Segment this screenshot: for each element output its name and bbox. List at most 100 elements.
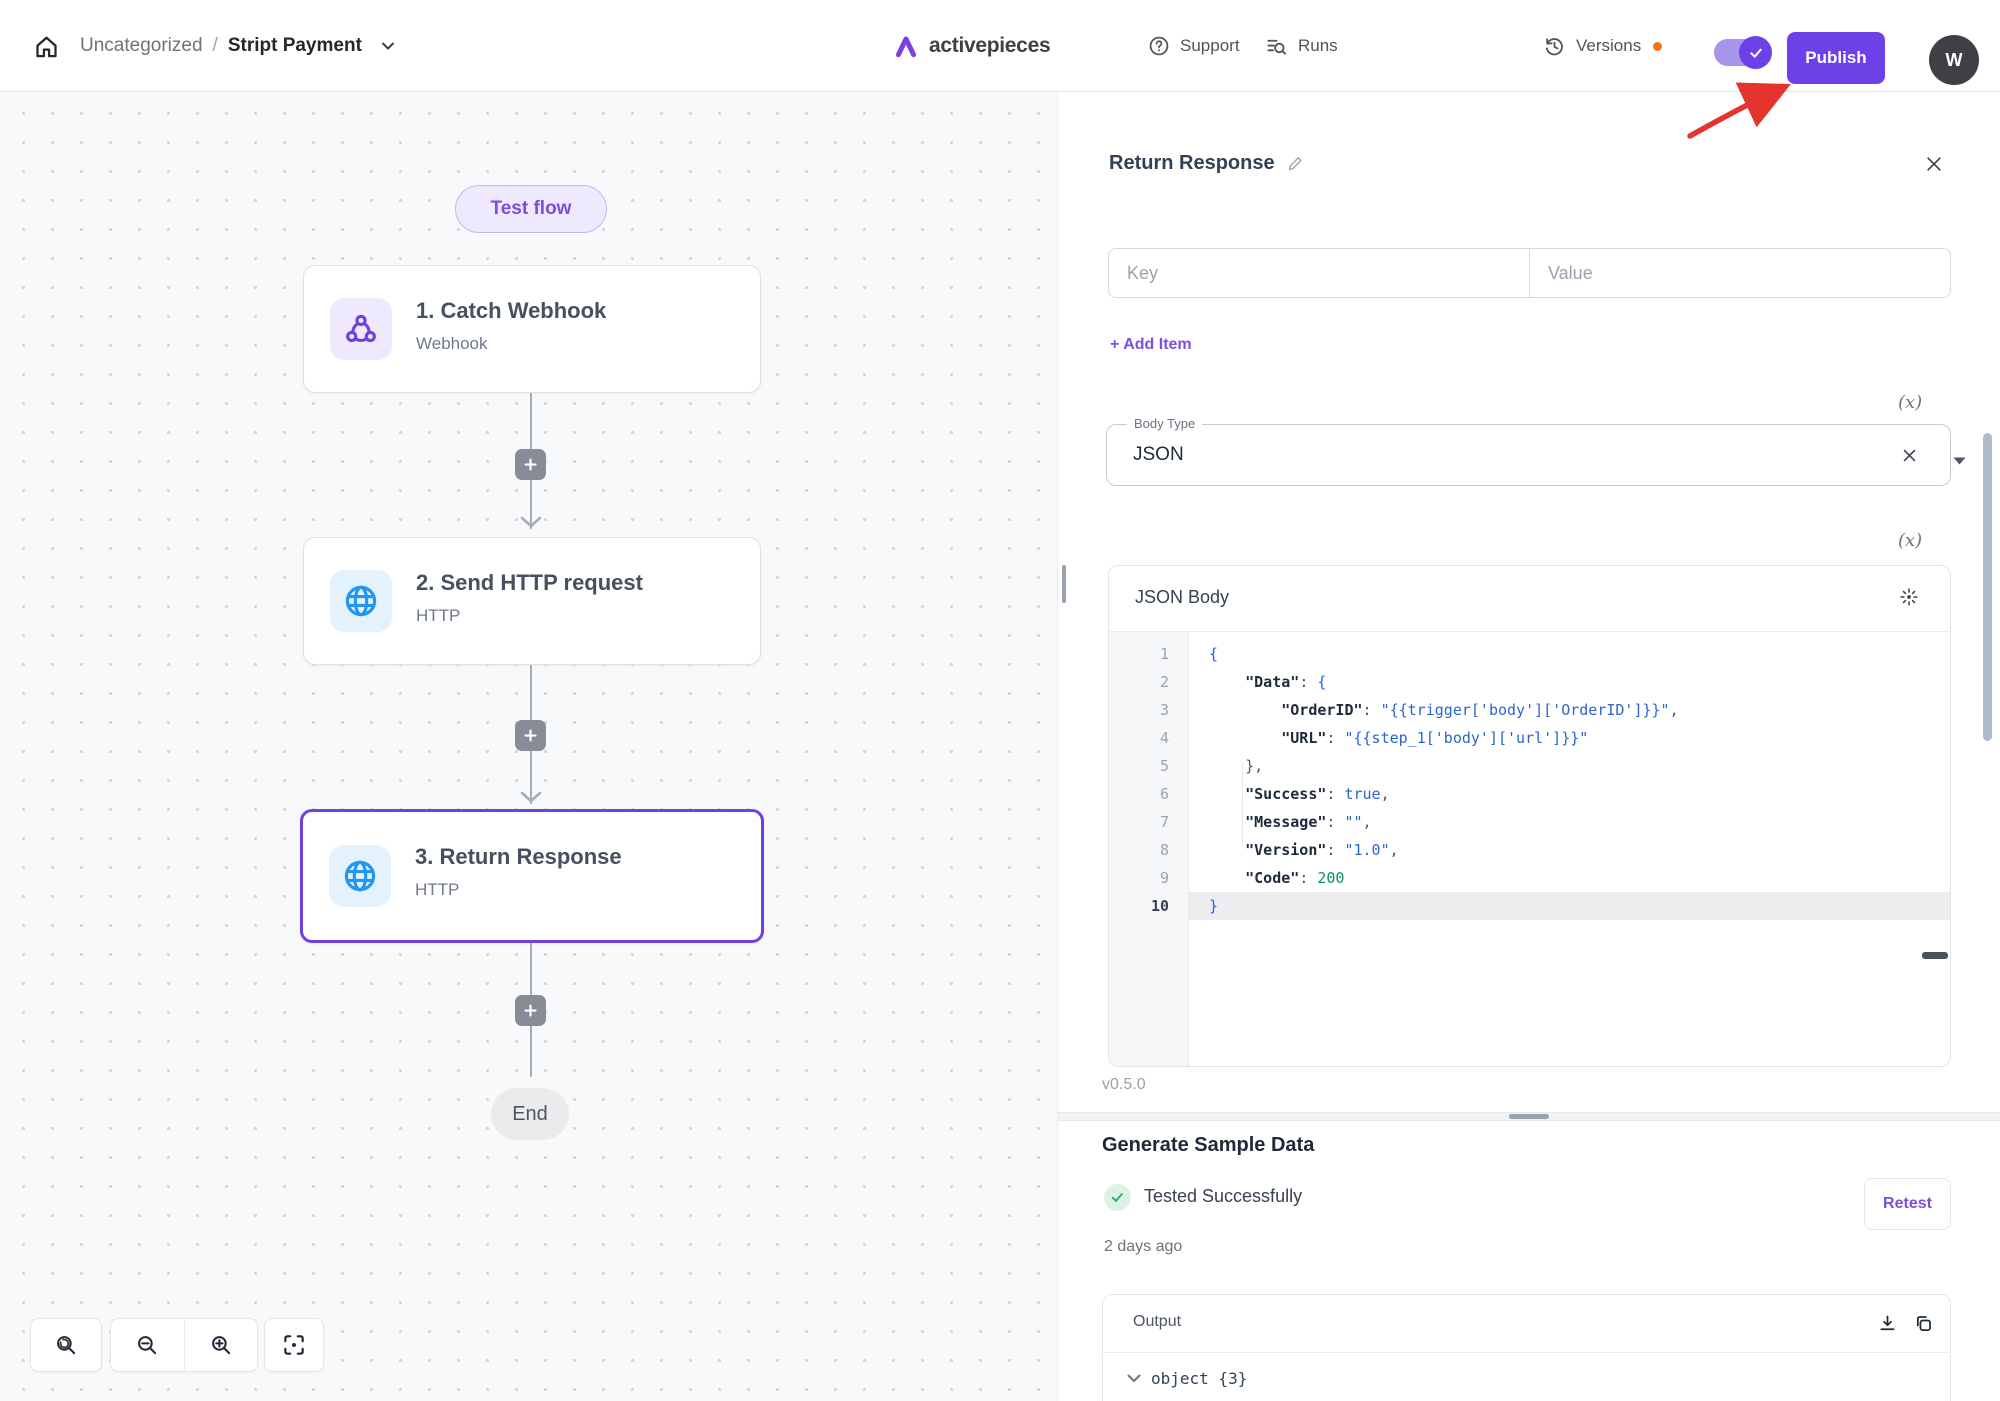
step-settings-panel: Return Response + Add Item (x) Body Type… [1057, 92, 2000, 1401]
code-line[interactable]: 4 "URL": "{{step_1['body']['url']}}" [1109, 724, 1950, 752]
code-line[interactable]: 8 "Version": "1.0", [1109, 836, 1950, 864]
generate-sample-data-heading: Generate Sample Data [1102, 1134, 1314, 1157]
zoom-in-button[interactable] [185, 1319, 258, 1371]
output-object-node[interactable]: object {3} [1127, 1369, 1247, 1388]
clear-selection-icon[interactable] [1897, 443, 1921, 467]
last-test-time: 2 days ago [1104, 1238, 1182, 1256]
dropdown-caret-icon[interactable] [1953, 452, 1966, 470]
flow-enabled-toggle[interactable] [1714, 39, 1768, 66]
collapse-chevron-icon [1127, 1374, 1141, 1383]
plus-icon [523, 728, 538, 743]
expand-icon[interactable] [1949, 1313, 1951, 1335]
body-type-value: JSON [1133, 444, 1184, 466]
json-body-title: JSON Body [1135, 587, 1229, 608]
panel-splitter[interactable] [1058, 1112, 2000, 1121]
panel-header: Return Response [1109, 152, 1306, 175]
code-line[interactable]: 9 "Code": 200 [1109, 864, 1950, 892]
line-number: 5 [1109, 752, 1189, 780]
code-text: "Version": "1.0", [1189, 836, 1950, 864]
splitter-handle[interactable] [1509, 1114, 1549, 1119]
toggle-knob [1739, 36, 1772, 69]
activepieces-logo-icon [893, 33, 919, 59]
panel-scrollbar[interactable] [1983, 433, 1992, 741]
add-step-button[interactable] [515, 995, 546, 1026]
piece-version-label: v0.5.0 [1102, 1076, 1146, 1094]
runs-label: Runs [1298, 36, 1338, 56]
close-icon [1924, 154, 1944, 174]
zoom-out-button[interactable] [111, 1319, 185, 1371]
indent-guide [1242, 762, 1243, 846]
json-body-editor: JSON Body 1{2 "Data": {3 "OrderID": "{{t… [1108, 565, 1951, 1067]
home-button[interactable] [33, 0, 60, 92]
line-number: 6 [1109, 780, 1189, 808]
line-number: 8 [1109, 836, 1189, 864]
output-card: Output object {3} [1102, 1294, 1951, 1401]
panel-title: Return Response [1109, 152, 1275, 175]
key-input[interactable] [1109, 249, 1529, 297]
output-title: Output [1133, 1313, 1181, 1331]
output-header: Output [1103, 1295, 1950, 1353]
runs-icon [1265, 35, 1288, 58]
step-subtitle: Webhook [416, 334, 488, 354]
step-return-response[interactable]: 3. Return Response HTTP [300, 809, 764, 943]
reset-zoom-button[interactable] [30, 1318, 102, 1372]
add-step-button[interactable] [515, 449, 546, 480]
fit-view-button[interactable] [264, 1318, 324, 1372]
step-subtitle: HTTP [416, 606, 460, 626]
code-line[interactable]: 3 "OrderID": "{{trigger['body']['OrderID… [1109, 696, 1950, 724]
add-step-button[interactable] [515, 720, 546, 751]
chevron-down-icon[interactable] [378, 36, 398, 56]
logo: activepieces [893, 0, 1050, 92]
code-text: "Message": "", [1189, 808, 1950, 836]
versions-link[interactable]: Versions [1543, 0, 1662, 92]
response-headers-row [1108, 248, 1951, 298]
editor-scrollbar-thumb[interactable] [1922, 952, 1948, 959]
webhook-icon [330, 298, 392, 360]
check-icon [1748, 45, 1764, 61]
code-text: { [1189, 640, 1950, 668]
flow-name[interactable]: Stript Payment [228, 35, 362, 57]
value-input[interactable] [1530, 249, 1950, 297]
step-send-http-request[interactable]: 2. Send HTTP request HTTP [303, 537, 761, 665]
body-type-select[interactable]: Body Type JSON [1106, 424, 1951, 486]
http-globe-icon [329, 845, 391, 907]
app-window: Uncategorized / Stript Payment activepie… [0, 0, 2000, 1401]
plus-icon [523, 1003, 538, 1018]
publish-button[interactable]: Publish [1787, 32, 1885, 84]
add-item-button[interactable]: + Add Item [1110, 336, 1192, 354]
insert-variable-icon[interactable]: (x) [1898, 392, 1922, 413]
code-text: "Data": { [1189, 668, 1950, 696]
support-link[interactable]: Support [1148, 0, 1240, 92]
help-icon [1148, 35, 1170, 57]
home-icon [33, 33, 60, 60]
download-icon[interactable] [1877, 1313, 1899, 1335]
ai-sparkle-icon[interactable] [1898, 586, 1920, 613]
close-panel-button[interactable] [1920, 150, 1948, 178]
code-line[interactable]: 7 "Message": "", [1109, 808, 1950, 836]
insert-variable-icon[interactable]: (x) [1898, 530, 1922, 551]
line-number: 2 [1109, 668, 1189, 696]
line-number: 7 [1109, 808, 1189, 836]
test-flow-button[interactable]: Test flow [455, 185, 607, 233]
runs-link[interactable]: Runs [1265, 0, 1338, 92]
step-subtitle: HTTP [415, 880, 459, 900]
line-number: 9 [1109, 864, 1189, 892]
edit-pencil-icon[interactable] [1287, 154, 1306, 173]
user-avatar[interactable]: W [1929, 35, 1979, 85]
code-line[interactable]: 5 }, [1109, 752, 1950, 780]
code-line[interactable]: 2 "Data": { [1109, 668, 1950, 696]
flow-canvas[interactable]: Test flow 1. Catch Webhook Webhook 2. Se… [0, 92, 1057, 1401]
step-title: 1. Catch Webhook [416, 298, 606, 324]
code-editor[interactable]: 1{2 "Data": {3 "OrderID": "{{trigger['bo… [1109, 632, 1950, 1067]
code-line[interactable]: 6 "Success": true, [1109, 780, 1950, 808]
code-line[interactable]: 10} [1109, 892, 1950, 920]
retest-button[interactable]: Retest [1864, 1178, 1951, 1230]
json-code-lines: 1{2 "Data": {3 "OrderID": "{{trigger['bo… [1109, 640, 1950, 920]
step-title: 3. Return Response [415, 844, 622, 870]
step-catch-webhook[interactable]: 1. Catch Webhook Webhook [303, 265, 761, 393]
breadcrumb-folder[interactable]: Uncategorized [80, 35, 203, 57]
code-text: } [1189, 892, 1950, 920]
panel-resize-handle[interactable] [1062, 565, 1066, 603]
copy-icon[interactable] [1913, 1313, 1935, 1335]
code-line[interactable]: 1{ [1109, 640, 1950, 668]
